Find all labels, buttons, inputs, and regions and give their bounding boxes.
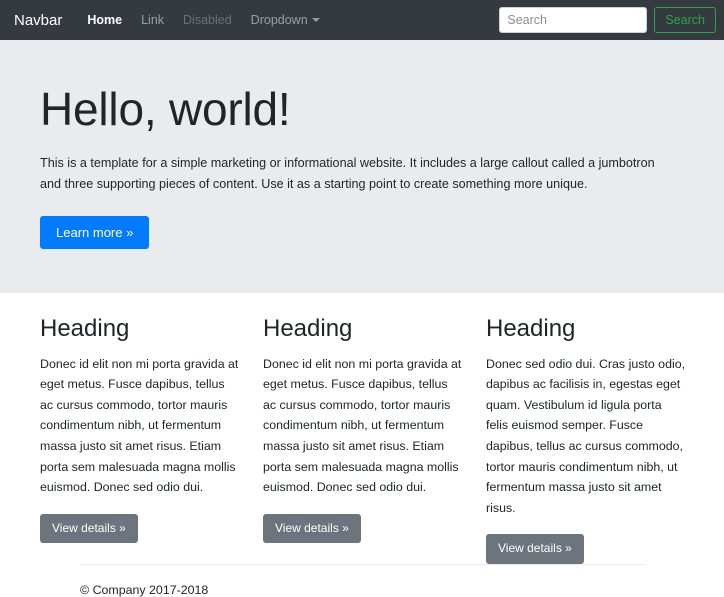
nav-item-link: Link (133, 9, 172, 31)
page-wrapper: Navbar Home Link Disabled Dropdown Searc… (0, 0, 724, 597)
jumbotron-title: Hello, world! (40, 83, 291, 135)
content-container: Heading Donec id elit non mi porta gravi… (0, 293, 724, 597)
feature-heading-1: Heading (40, 314, 130, 342)
feature-body-2: Donec id elit non mi porta gravida at eg… (263, 356, 462, 495)
nav-link-home[interactable]: Home (79, 9, 130, 31)
nav-link-dropdown-label: Dropdown (250, 13, 308, 27)
feature-body-3: Donec sed odio dui. Cras justo odio, dap… (486, 356, 686, 515)
nav-link-link[interactable]: Link (133, 9, 172, 31)
main-navbar: Navbar Home Link Disabled Dropdown Searc… (0, 0, 724, 40)
footer-divider (80, 564, 644, 566)
jumbotron: Hello, world! This is a template for a s… (0, 40, 724, 293)
learn-more-button[interactable]: Learn more » (40, 215, 150, 249)
search-button[interactable]: Search (654, 7, 716, 33)
navbar-search-form: Search (499, 0, 716, 40)
feature-body-1: Donec id elit non mi porta gravida at eg… (40, 356, 239, 495)
navbar-nav: Home Link Disabled Dropdown (79, 9, 330, 31)
navbar-brand[interactable]: Navbar (10, 12, 62, 29)
nav-link-dropdown[interactable]: Dropdown (243, 9, 328, 31)
footer-copyright: © Company 2017-2018 (80, 583, 209, 597)
search-input[interactable] (499, 7, 648, 33)
features-row: Heading Donec id elit non mi porta gravi… (40, 293, 685, 565)
feature-column-2: Heading Donec id elit non mi porta gravi… (263, 315, 486, 564)
page-footer: © Company 2017-2018 (40, 564, 684, 597)
view-details-button-3[interactable]: View details » (486, 534, 584, 565)
feature-heading-2: Heading (263, 314, 353, 342)
nav-item-dropdown: Dropdown (243, 9, 328, 31)
jumbotron-body: This is a template for a simple marketin… (40, 155, 655, 192)
feature-column-1: Heading Donec id elit non mi porta gravi… (40, 315, 263, 564)
chevron-down-icon (311, 18, 320, 22)
feature-heading-3: Heading (486, 314, 576, 342)
nav-item-disabled: Disabled (175, 9, 240, 31)
view-details-button-1[interactable]: View details » (40, 513, 138, 544)
view-details-button-2[interactable]: View details » (263, 513, 361, 544)
nav-link-disabled: Disabled (183, 13, 232, 27)
feature-column-3: Heading Donec sed odio dui. Cras justo o… (486, 314, 709, 565)
nav-item-home: Home (79, 9, 130, 31)
